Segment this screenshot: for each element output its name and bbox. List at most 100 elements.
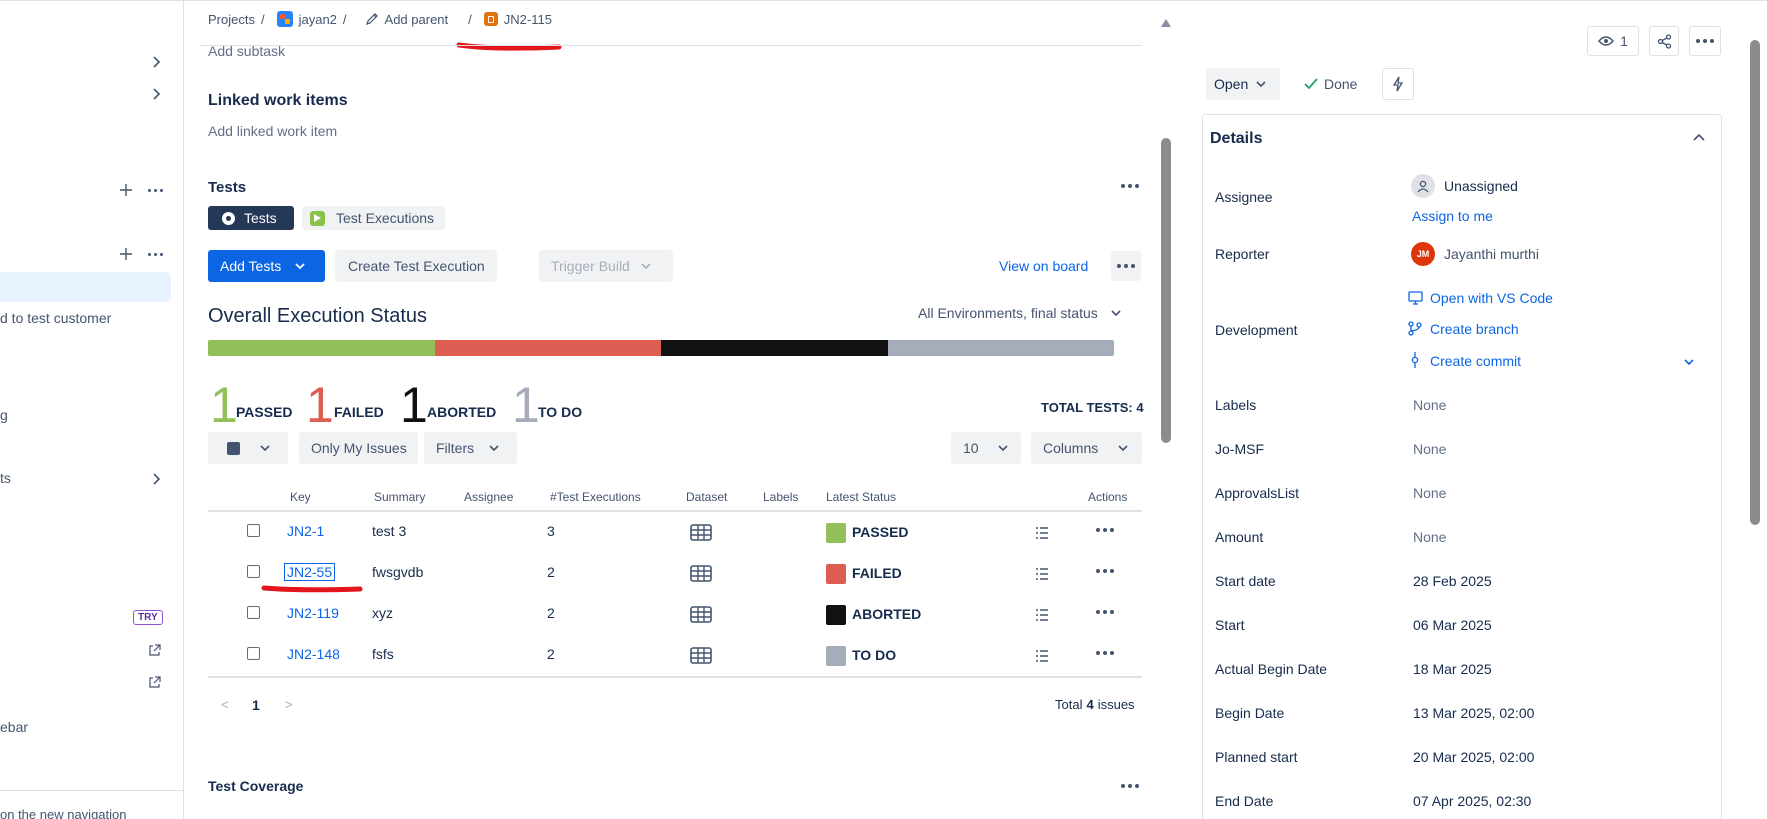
share-icon xyxy=(1657,33,1671,49)
add-subtask-button[interactable]: Add subtask xyxy=(208,43,285,59)
filters-button[interactable]: Filters xyxy=(424,432,517,464)
row-more-icon[interactable] xyxy=(1096,569,1116,575)
sidebar-item-label[interactable]: d to test customer xyxy=(0,310,111,326)
dataset-table-icon[interactable] xyxy=(690,647,712,664)
add-parent-button[interactable]: Add parent xyxy=(385,12,449,27)
column-header-executions[interactable]: #Test Executions xyxy=(550,490,641,504)
detail-field-value[interactable]: None xyxy=(1413,441,1446,457)
tab-test-executions[interactable]: Test Executions xyxy=(302,206,445,230)
main-scrollbar[interactable] xyxy=(1159,18,1173,818)
plus-icon[interactable] xyxy=(119,183,133,197)
row-checkbox[interactable] xyxy=(247,524,260,537)
chevron-down-icon[interactable] xyxy=(1683,356,1695,368)
bulk-select-dropdown[interactable] xyxy=(208,432,288,464)
open-vscode-link[interactable]: Open with VS Code xyxy=(1430,290,1553,306)
breadcrumb-projects[interactable]: Projects xyxy=(208,12,255,27)
detail-field-value[interactable]: 20 Mar 2025, 02:00 xyxy=(1413,749,1534,765)
pagination-prev[interactable]: < xyxy=(221,697,229,712)
issue-key-link[interactable]: JN2-1 xyxy=(287,523,324,539)
chevron-right-icon[interactable] xyxy=(148,86,164,102)
detail-field-value[interactable]: 07 Apr 2025, 02:30 xyxy=(1413,793,1531,809)
row-checkbox[interactable] xyxy=(247,647,260,660)
scroll-up-icon[interactable] xyxy=(1160,18,1172,28)
done-button[interactable]: Done xyxy=(1304,76,1357,92)
assign-to-me-link[interactable]: Assign to me xyxy=(1412,208,1493,224)
column-header-summary[interactable]: Summary xyxy=(374,490,425,504)
chevron-right-icon[interactable] xyxy=(148,54,164,70)
column-header-assignee[interactable]: Assignee xyxy=(464,490,513,504)
columns-label: Columns xyxy=(1043,440,1099,456)
automation-button[interactable] xyxy=(1382,68,1414,100)
row-more-icon[interactable] xyxy=(1096,610,1116,616)
watch-button[interactable]: 1 xyxy=(1587,26,1639,56)
passed-count: 1 xyxy=(210,377,238,433)
tab-tests[interactable]: Tests xyxy=(208,206,294,230)
external-link-icon[interactable] xyxy=(148,676,161,689)
pagination-next[interactable]: > xyxy=(285,697,293,712)
create-commit-link[interactable]: Create commit xyxy=(1430,353,1521,369)
issue-key-link[interactable]: JN2-119 xyxy=(287,605,339,621)
detail-field-value[interactable]: None xyxy=(1413,485,1446,501)
row-more-icon[interactable] xyxy=(1096,528,1116,534)
page-size-label: 10 xyxy=(963,440,979,456)
toolbar-more-button[interactable] xyxy=(1111,251,1141,281)
status-dropdown[interactable]: Open xyxy=(1206,68,1280,100)
reporter-value[interactable]: Jayanthi murthi xyxy=(1444,246,1539,262)
only-my-issues-button[interactable]: Only My Issues xyxy=(299,432,418,464)
detail-field-value[interactable]: 06 Mar 2025 xyxy=(1413,617,1492,633)
coverage-more-icon[interactable] xyxy=(1120,782,1140,790)
list-details-icon[interactable] xyxy=(1035,526,1049,540)
add-linked-item-button[interactable]: Add linked work item xyxy=(208,123,337,139)
sidebar-item-label[interactable]: g xyxy=(0,407,8,423)
column-header-labels[interactable]: Labels xyxy=(763,490,798,504)
row-checkbox[interactable] xyxy=(247,565,260,578)
red-annotation-underline xyxy=(261,585,363,593)
issue-key-link[interactable]: JN2-148 xyxy=(287,646,340,662)
more-icon[interactable] xyxy=(146,186,164,194)
detail-field-value[interactable]: 18 Mar 2025 xyxy=(1413,661,1492,677)
row-more-icon[interactable] xyxy=(1096,651,1116,657)
sidebar-item-label[interactable]: ebar xyxy=(0,719,28,735)
columns-button[interactable]: Columns xyxy=(1031,432,1142,464)
row-checkbox[interactable] xyxy=(247,606,260,619)
issue-key-link[interactable]: JN2-55 xyxy=(283,563,336,581)
scrollbar-thumb[interactable] xyxy=(1161,138,1171,443)
panel-scrollbar-thumb[interactable] xyxy=(1750,40,1760,525)
detail-field-value[interactable]: None xyxy=(1413,529,1446,545)
detail-field-value[interactable]: None xyxy=(1413,397,1446,413)
external-link-icon[interactable] xyxy=(148,644,161,657)
column-header-latest-status[interactable]: Latest Status xyxy=(826,490,896,504)
view-on-board-link[interactable]: View on board xyxy=(999,258,1088,274)
sidebar-selected-item[interactable] xyxy=(0,272,171,302)
assignee-value[interactable]: Unassigned xyxy=(1444,178,1518,194)
detail-field-label: Start date xyxy=(1215,573,1276,589)
dataset-table-icon[interactable] xyxy=(690,524,712,541)
breadcrumb-issue-key[interactable]: JN2-115 xyxy=(504,12,552,27)
share-button[interactable] xyxy=(1649,26,1679,56)
column-header-dataset[interactable]: Dataset xyxy=(686,490,727,504)
list-details-icon[interactable] xyxy=(1035,608,1049,622)
list-details-icon[interactable] xyxy=(1035,567,1049,581)
trigger-build-button[interactable]: Trigger Build xyxy=(539,250,673,282)
plus-icon[interactable] xyxy=(119,247,133,261)
create-test-execution-button[interactable]: Create Test Execution xyxy=(335,250,497,282)
detail-field-value[interactable]: 13 Mar 2025, 02:00 xyxy=(1413,705,1534,721)
chevron-right-icon[interactable] xyxy=(148,471,164,487)
chevron-up-icon[interactable] xyxy=(1692,132,1706,144)
detail-field-value[interactable]: 28 Feb 2025 xyxy=(1413,573,1492,589)
environment-select[interactable]: All Environments, final status xyxy=(918,305,1122,321)
more-actions-button[interactable] xyxy=(1689,26,1721,56)
pagination-page[interactable]: 1 xyxy=(252,697,260,713)
tests-more-icon[interactable] xyxy=(1120,182,1140,190)
more-icon[interactable] xyxy=(146,250,164,258)
details-title: Details xyxy=(1210,130,1263,147)
column-header-key[interactable]: Key xyxy=(290,490,311,504)
breadcrumb-project[interactable]: jayan2 xyxy=(299,12,337,27)
sidebar-item-label[interactable]: ts xyxy=(0,470,11,486)
dataset-table-icon[interactable] xyxy=(690,606,712,623)
dataset-table-icon[interactable] xyxy=(690,565,712,582)
page-size-select[interactable]: 10 xyxy=(951,432,1021,464)
list-details-icon[interactable] xyxy=(1035,649,1049,663)
add-tests-button[interactable]: Add Tests xyxy=(208,250,325,282)
create-branch-link[interactable]: Create branch xyxy=(1430,321,1519,337)
